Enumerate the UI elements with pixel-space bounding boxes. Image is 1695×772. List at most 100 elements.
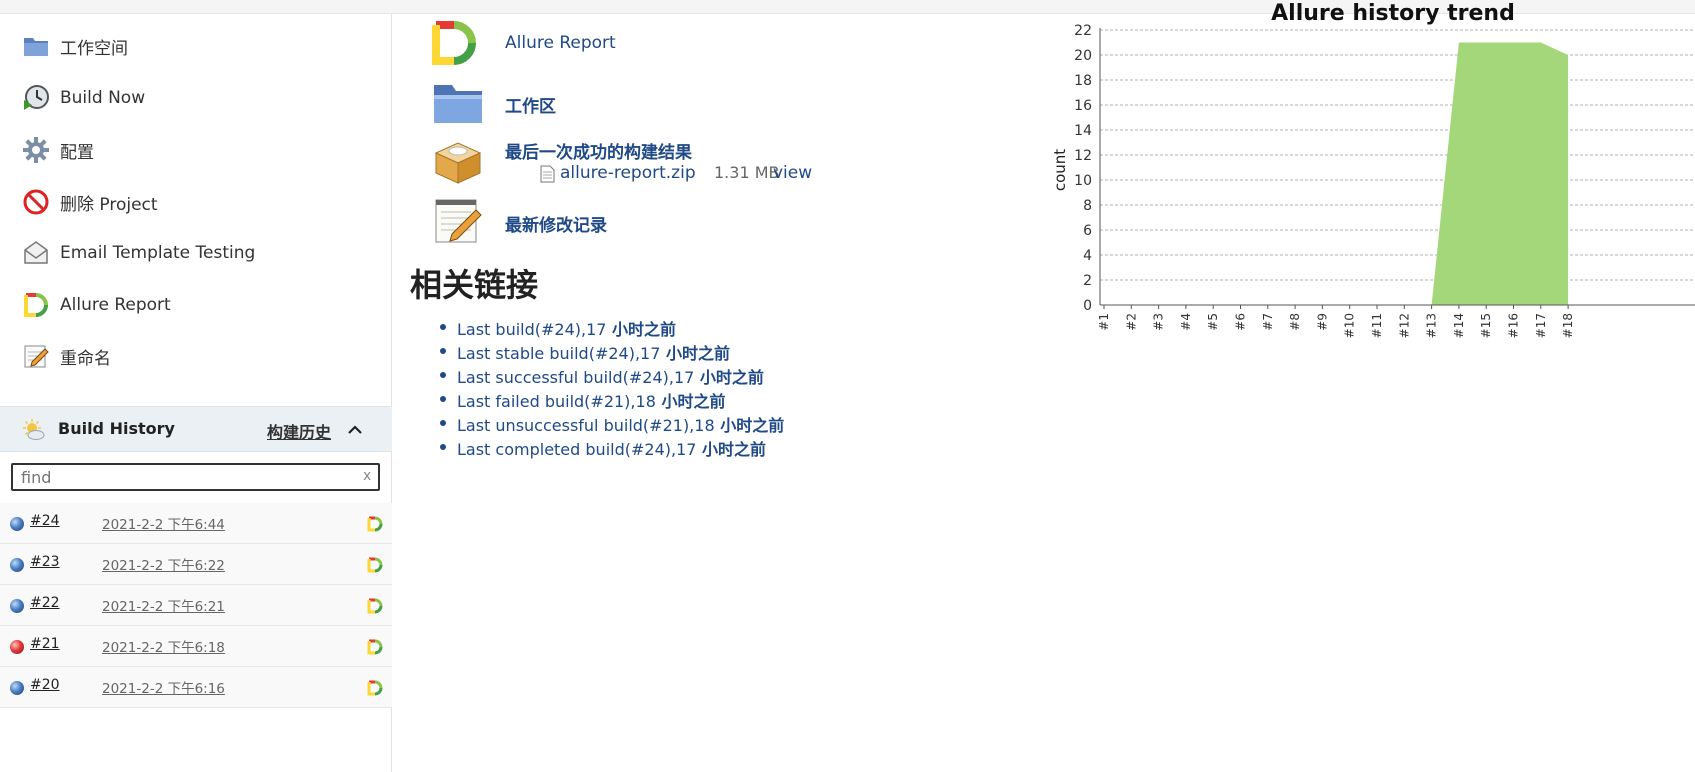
allure-report-icon[interactable]	[366, 515, 384, 533]
y-tick-label: 6	[1083, 223, 1092, 239]
y-tick-label: 10	[1074, 173, 1092, 189]
related-link[interactable]: Last build(#24),17 小时之前	[457, 320, 676, 339]
chart-title: Allure history trend	[1271, 1, 1515, 26]
allure-report-icon[interactable]	[366, 679, 384, 697]
no-entry-icon	[22, 188, 50, 216]
list-item: Last unsuccessful build(#21),18 小时之前	[440, 412, 784, 436]
allure-report-icon[interactable]	[366, 556, 384, 574]
task-email-template-testing[interactable]: Email Template Testing	[22, 235, 255, 271]
task-label: 配置	[60, 142, 94, 163]
allure-report-link[interactable]: Allure Report	[505, 33, 616, 53]
workspace-link[interactable]: 工作区	[505, 92, 556, 117]
task-allure-report[interactable]: Allure Report	[22, 287, 171, 323]
list-item: Last successful build(#24),17 小时之前	[440, 364, 784, 388]
x-tick-label: #4	[1179, 313, 1193, 331]
folder-icon[interactable]	[430, 75, 486, 131]
x-tick-label: #10	[1343, 313, 1357, 338]
weather-partly-sunny-icon	[22, 418, 46, 442]
x-tick-label: #11	[1370, 313, 1384, 338]
x-tick-label: #3	[1152, 313, 1166, 331]
file-icon	[540, 165, 555, 183]
related-links-heading: 相关链接	[410, 266, 539, 304]
artifact-view-link[interactable]: view	[773, 163, 812, 183]
artifact-file-link[interactable]: allure-report.zip	[560, 163, 696, 183]
status-ball-icon	[10, 599, 24, 613]
related-link[interactable]: Last successful build(#24),17 小时之前	[457, 368, 764, 387]
allure-history-trend-chart[interactable]: Allure history trend count 0 2 4 6 8 10 12 14 16…	[1040, 0, 1695, 360]
build-number-link[interactable]: #21	[30, 636, 60, 652]
x-tick-label: #15	[1479, 313, 1493, 338]
clock-play-icon	[22, 84, 50, 112]
x-tick-label: #17	[1534, 313, 1548, 338]
allure-report-icon[interactable]	[366, 638, 384, 656]
status-ball-icon	[10, 517, 24, 531]
task-label: 工作空间	[60, 38, 128, 59]
y-tick-label: 0	[1083, 298, 1092, 314]
list-item: Last stable build(#24),17 小时之前	[440, 340, 784, 364]
task-label: Build Now	[60, 88, 146, 108]
x-tick-label: #8	[1288, 313, 1302, 331]
y-tick-label: 22	[1074, 23, 1092, 39]
build-history-header: Build History 构建历史	[0, 406, 392, 452]
list-item: Last completed build(#24),17 小时之前	[440, 436, 784, 460]
x-tick-label: #9	[1315, 313, 1329, 331]
y-tick-label: 12	[1074, 148, 1092, 164]
y-tick-label: 16	[1074, 98, 1092, 114]
build-row: #24 2021-2-2 下午6:44	[0, 503, 392, 544]
related-link[interactable]: Last failed build(#21),18 小时之前	[457, 392, 725, 411]
y-axis-label: count	[1051, 149, 1069, 191]
build-number-link[interactable]: #20	[30, 677, 60, 693]
allure-logo-icon	[22, 291, 50, 319]
build-search-input[interactable]	[11, 463, 380, 491]
notepad-icon	[22, 342, 50, 370]
task-rename[interactable]: 重命名	[22, 338, 111, 374]
x-tick-label: #2	[1124, 313, 1138, 331]
status-ball-icon	[10, 558, 24, 572]
task-label: 删除 Project	[60, 194, 158, 215]
allure-report-icon[interactable]	[366, 597, 384, 615]
x-tick-label: #12	[1397, 313, 1411, 338]
build-date-link[interactable]: 2021-2-2 下午6:22	[102, 554, 225, 574]
y-tick-label: 8	[1083, 198, 1092, 214]
recent-changes-link[interactable]: 最新修改记录	[505, 211, 607, 236]
notepad-pencil-icon[interactable]	[430, 192, 486, 248]
folder-icon	[22, 32, 50, 60]
related-link[interactable]: Last unsuccessful build(#21),18 小时之前	[457, 416, 784, 435]
build-date-link[interactable]: 2021-2-2 下午6:18	[102, 636, 225, 656]
build-date-link[interactable]: 2021-2-2 下午6:44	[102, 513, 225, 533]
build-row: #23 2021-2-2 下午6:22	[0, 544, 392, 585]
list-item: Last build(#24),17 小时之前	[440, 316, 784, 340]
task-build-now[interactable]: Build Now	[22, 80, 145, 116]
y-tick-label: 2	[1083, 273, 1092, 289]
task-configure[interactable]: 配置	[22, 132, 94, 168]
area-series	[1104, 42, 1569, 305]
artifact-size: 1.31 MB	[714, 163, 780, 182]
chart-svg: Allure history trend count 0 2 4 6 8 10 12 14 16…	[1051, 1, 1695, 338]
status-ball-icon	[10, 640, 24, 654]
build-number-link[interactable]: #23	[30, 554, 60, 570]
build-row: #21 2021-2-2 下午6:18	[0, 626, 392, 667]
y-tick-label: 4	[1083, 248, 1092, 264]
y-tick-label: 14	[1074, 123, 1092, 139]
x-tick-label: #6	[1234, 313, 1248, 331]
build-row: #22 2021-2-2 下午6:21	[0, 585, 392, 626]
build-date-link[interactable]: 2021-2-2 下午6:21	[102, 595, 225, 615]
allure-logo-icon[interactable]	[430, 15, 486, 71]
x-tick-label: #13	[1425, 313, 1439, 338]
build-history-title: Build History	[58, 419, 175, 438]
task-delete-project[interactable]: 删除 Project	[22, 184, 158, 220]
task-workspace[interactable]: 工作空间	[22, 28, 128, 64]
x-tick-label: #7	[1261, 313, 1275, 331]
build-trend-link[interactable]: 构建历史	[267, 419, 331, 443]
build-number-link[interactable]: #22	[30, 595, 60, 611]
package-box-icon[interactable]	[430, 133, 486, 189]
x-tick-label: #16	[1507, 313, 1521, 338]
build-date-link[interactable]: 2021-2-2 下午6:16	[102, 677, 225, 697]
chevron-up-icon[interactable]	[346, 421, 364, 439]
related-link[interactable]: Last stable build(#24),17 小时之前	[457, 344, 730, 363]
build-number-link[interactable]: #24	[30, 513, 60, 529]
related-link[interactable]: Last completed build(#24),17 小时之前	[457, 440, 766, 459]
clear-search-button[interactable]: x	[363, 468, 371, 484]
task-label: 重命名	[60, 348, 111, 369]
last-successful-artifacts-link[interactable]: 最后一次成功的构建结果	[505, 138, 692, 163]
